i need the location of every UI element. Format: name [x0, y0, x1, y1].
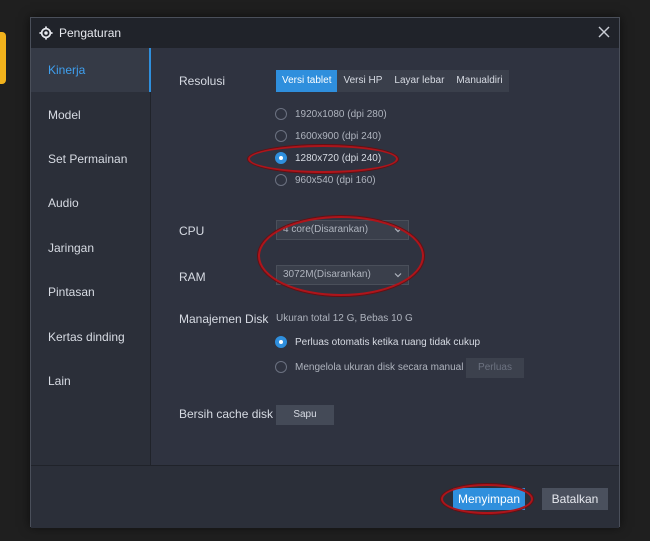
ram-label: RAM: [179, 270, 206, 284]
sidebar-item-label: Jaringan: [48, 240, 95, 255]
resolution-option-1600[interactable]: 1600x900 (dpi 240): [275, 130, 381, 142]
cpu-select-value: 4 core(Disarankan): [283, 224, 369, 235]
sidebar-item-audio[interactable]: Audio: [31, 181, 150, 225]
disk-label: Manajemen Disk: [179, 312, 269, 326]
sidebar-item-label: Pintasan: [48, 285, 95, 300]
tab-versi-hp[interactable]: Versi HP: [337, 70, 388, 92]
tab-layar-lebar[interactable]: Layar lebar: [388, 70, 450, 92]
disk-option-label: Mengelola ukuran disk secara manual: [295, 361, 464, 373]
cache-label: Bersih cache disk: [179, 407, 274, 421]
sidebar-item-label: Set Permainan: [48, 151, 128, 166]
performance-panel: Resolusi Versi tablet Versi HP Layar leb…: [151, 48, 619, 465]
sweep-cache-button[interactable]: Sapu: [276, 405, 334, 425]
disk-option-manual[interactable]: Mengelola ukuran disk secara manual: [275, 361, 463, 373]
sidebar-item-label: Model: [48, 107, 81, 122]
chevron-down-icon: [394, 273, 402, 278]
resolution-option-960[interactable]: 960x540 (dpi 160): [275, 174, 376, 186]
sidebar-item-kertas-dinding[interactable]: Kertas dinding: [31, 314, 150, 358]
resolution-option-label: 1280x720 (dpi 240): [295, 152, 382, 164]
settings-dialog: Pengaturan Kinerja Model Set Permainan A…: [30, 17, 620, 528]
disk-info: Ukuran total 12 G, Bebas 10 G: [276, 313, 413, 324]
sidebar-item-label: Kinerja: [48, 63, 86, 78]
radio-icon: [275, 361, 287, 373]
dialog-footer: Menyimpan Batalkan: [31, 465, 619, 528]
ram-select[interactable]: 3072M(Disarankan): [276, 265, 409, 285]
sidebar-item-set-permainan[interactable]: Set Permainan: [31, 137, 150, 181]
cancel-button[interactable]: Batalkan: [542, 488, 608, 510]
disk-option-auto[interactable]: Perluas otomatis ketika ruang tidak cuku…: [275, 336, 480, 348]
sidebar-item-jaringan[interactable]: Jaringan: [31, 226, 150, 270]
gear-icon: [39, 26, 53, 40]
sidebar-item-kinerja[interactable]: Kinerja: [31, 48, 151, 93]
close-icon[interactable]: [597, 25, 611, 39]
resolution-tabs: Versi tablet Versi HP Layar lebar Manual…: [276, 70, 509, 92]
sidebar-item-label: Kertas dinding: [48, 329, 125, 344]
sidebar: Kinerja Model Set Permainan Audio Jaring…: [31, 48, 151, 465]
disk-option-label: Perluas otomatis ketika ruang tidak cuku…: [295, 336, 481, 348]
resolution-label: Resolusi: [179, 74, 226, 88]
resolution-option-1280[interactable]: 1280x720 (dpi 240): [275, 152, 381, 164]
resolution-option-1920[interactable]: 1920x1080 (dpi 280): [275, 108, 387, 120]
radio-icon: [275, 130, 287, 142]
resolution-option-label: 960x540 (dpi 160): [295, 174, 376, 186]
tab-manualdiri[interactable]: Manualdiri: [450, 70, 508, 92]
radio-icon: [275, 108, 287, 120]
sidebar-item-pintasan[interactable]: Pintasan: [31, 270, 150, 314]
expand-disk-button[interactable]: Perluas: [466, 358, 524, 378]
title-bar: Pengaturan: [31, 18, 619, 48]
ram-select-value: 3072M(Disarankan): [283, 269, 371, 280]
sidebar-item-model[interactable]: Model: [31, 92, 150, 136]
radio-icon: [275, 174, 287, 186]
resolution-option-label: 1600x900 (dpi 240): [295, 130, 382, 142]
radio-selected-icon: [275, 336, 287, 348]
window-title: Pengaturan: [59, 26, 122, 40]
radio-selected-icon: [275, 152, 287, 164]
tab-versi-tablet[interactable]: Versi tablet: [276, 70, 338, 92]
cpu-select[interactable]: 4 core(Disarankan): [276, 220, 409, 240]
sidebar-item-label: Lain: [48, 373, 71, 388]
resolution-option-label: 1920x1080 (dpi 280): [295, 108, 387, 120]
chevron-down-icon: [394, 228, 402, 233]
sidebar-item-lain[interactable]: Lain: [31, 359, 150, 403]
cpu-label: CPU: [179, 224, 205, 238]
background-app-edge: [0, 32, 6, 84]
save-button[interactable]: Menyimpan: [453, 488, 525, 510]
sidebar-item-label: Audio: [48, 196, 79, 211]
